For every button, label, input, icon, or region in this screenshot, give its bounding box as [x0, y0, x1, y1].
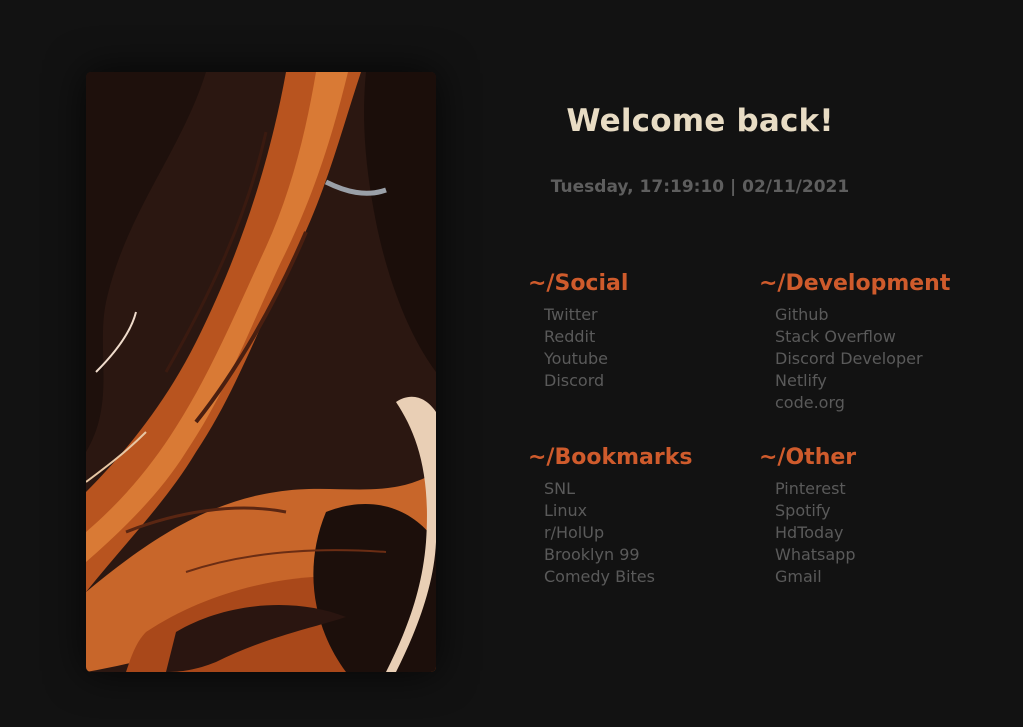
link-hdtoday[interactable]: HdToday	[775, 522, 979, 544]
link-group-bookmarks: ~/Bookmarks SNL Linux r/HolUp Brooklyn 9…	[528, 444, 748, 588]
link-whatsapp[interactable]: Whatsapp	[775, 544, 979, 566]
link-spotify[interactable]: Spotify	[775, 500, 979, 522]
link-group-social: ~/Social Twitter Reddit Youtube Discord	[528, 270, 748, 392]
link-stack-overflow[interactable]: Stack Overflow	[775, 326, 979, 348]
group-title: ~/Bookmarks	[528, 445, 693, 470]
startpage: Welcome back! Tuesday, 17:19:10 | 02/11/…	[0, 0, 1023, 727]
link-snl[interactable]: SNL	[544, 478, 748, 500]
link-reddit[interactable]: Reddit	[544, 326, 748, 348]
link-discord-developer[interactable]: Discord Developer	[775, 348, 979, 370]
link-group-other: ~/Other Pinterest Spotify HdToday Whatsa…	[759, 444, 979, 588]
link-group-development: ~/Development Github Stack Overflow Disc…	[759, 270, 979, 414]
link-linux[interactable]: Linux	[544, 500, 748, 522]
link-youtube[interactable]: Youtube	[544, 348, 748, 370]
greeting-heading: Welcome back!	[566, 103, 834, 139]
link-code-org[interactable]: code.org	[775, 392, 979, 414]
link-brooklyn-99[interactable]: Brooklyn 99	[544, 544, 748, 566]
group-title: ~/Other	[759, 445, 857, 470]
link-gmail[interactable]: Gmail	[775, 566, 979, 588]
group-title: ~/Social	[528, 271, 629, 296]
link-r-holup[interactable]: r/HolUp	[544, 522, 748, 544]
link-github[interactable]: Github	[775, 304, 979, 326]
link-comedy-bites[interactable]: Comedy Bites	[544, 566, 748, 588]
link-discord[interactable]: Discord	[544, 370, 748, 392]
abstract-marble-artwork	[86, 72, 436, 672]
link-twitter[interactable]: Twitter	[544, 304, 748, 326]
link-netlify[interactable]: Netlify	[775, 370, 979, 392]
group-title: ~/Development	[759, 271, 951, 296]
datetime-display: Tuesday, 17:19:10 | 02/11/2021	[550, 177, 850, 197]
link-pinterest[interactable]: Pinterest	[775, 478, 979, 500]
